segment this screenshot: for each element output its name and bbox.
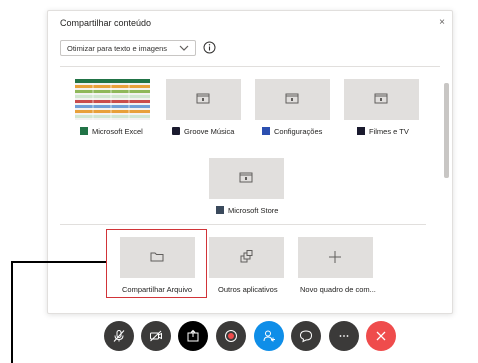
record-icon [225,330,237,342]
close-icon[interactable]: × [436,17,448,29]
share-icon [187,329,199,342]
app-label-store: Microsoft Store [216,206,278,215]
excel-thumbnail[interactable] [75,79,150,120]
share-content-dialog: Compartilhar conteúdo × Otimizar para te… [47,10,453,314]
new-whiteboard-label: Novo quadro de com... [300,285,376,294]
plus-icon [329,251,341,263]
app-label-settings: Configurações [262,127,322,136]
spreadsheet-preview-icon [75,79,150,120]
other-apps-tile[interactable] [209,237,284,278]
more-icon [339,335,349,337]
app-tile-groove[interactable] [166,79,241,120]
other-apps-label: Outros aplicativos [218,285,278,294]
meeting-control-bar [0,316,478,363]
groove-music-icon [172,127,180,135]
scrollbar[interactable] [444,83,449,178]
video-off-icon [150,330,162,342]
app-tile-settings[interactable] [255,79,330,120]
window-icon [239,172,253,183]
chat-button[interactable] [291,321,321,351]
apps-icon [240,250,253,263]
settings-icon [262,127,270,135]
share-file-highlight [106,229,207,298]
window-icon [285,93,299,104]
new-whiteboard-tile[interactable] [298,237,373,278]
app-tile-movies[interactable] [344,79,419,120]
movies-tv-icon [357,127,365,135]
record-button[interactable] [216,321,246,351]
info-icon[interactable] [203,41,216,54]
annotation-line-horizontal [11,261,106,263]
participants-icon [263,330,275,342]
mic-off-icon [113,330,125,342]
more-button[interactable] [329,321,359,351]
app-label-groove: Groove Música [172,127,234,136]
optimize-select[interactable]: Otimizar para texto e imagens [60,40,196,56]
divider [60,224,426,225]
close-icon [376,331,386,341]
share-button[interactable] [178,321,208,351]
store-icon [216,206,224,214]
chevron-down-icon [179,45,189,51]
video-button[interactable] [141,321,171,351]
dialog-title: Compartilhar conteúdo [60,18,152,28]
optimize-select-value: Otimizar para texto e imagens [67,44,168,53]
excel-icon [80,127,88,135]
app-label-excel: Microsoft Excel [80,127,143,136]
leave-button[interactable] [366,321,396,351]
window-icon [196,93,210,104]
app-label-movies: Filmes e TV [357,127,409,136]
divider [60,66,440,67]
app-tile-store[interactable] [209,158,284,199]
mute-button[interactable] [104,321,134,351]
participants-button[interactable] [254,321,284,351]
window-icon [374,93,388,104]
chat-icon [299,330,313,343]
